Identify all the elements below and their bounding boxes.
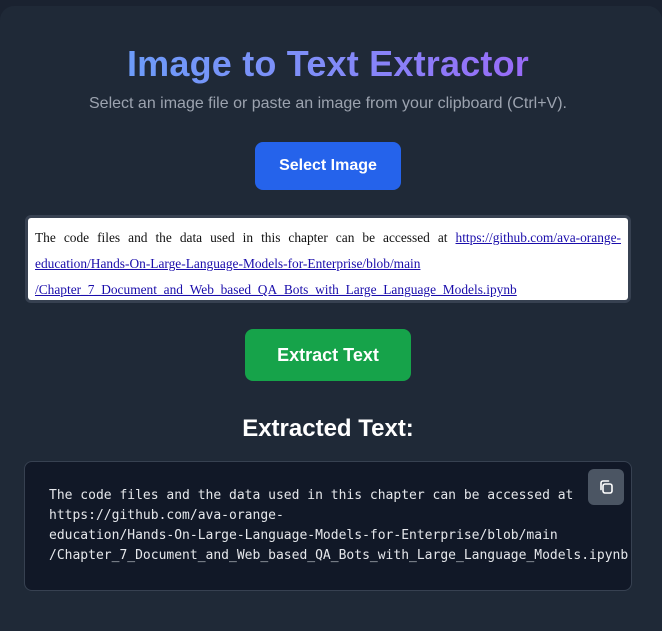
app-card: Image to Text Extractor Select an image … bbox=[0, 6, 662, 631]
image-preview-frame: The code files and the data used in this… bbox=[25, 215, 631, 303]
page-title: Image to Text Extractor bbox=[0, 42, 656, 86]
copy-icon bbox=[600, 480, 613, 494]
extracted-text-panel: The code files and the data used in this… bbox=[24, 461, 632, 591]
select-image-button[interactable]: Select Image bbox=[255, 142, 401, 190]
page-subtitle: Select an image file or paste an image f… bbox=[89, 95, 567, 112]
extracted-text-output[interactable]: The code files and the data used in this… bbox=[49, 486, 629, 566]
copy-button[interactable] bbox=[588, 469, 624, 505]
image-preview: The code files and the data used in this… bbox=[28, 218, 628, 300]
extract-text-button[interactable]: Extract Text bbox=[245, 329, 411, 381]
extracted-text-heading: Extracted Text: bbox=[242, 415, 414, 442]
preview-text: The code files and the data used in this… bbox=[35, 230, 456, 245]
